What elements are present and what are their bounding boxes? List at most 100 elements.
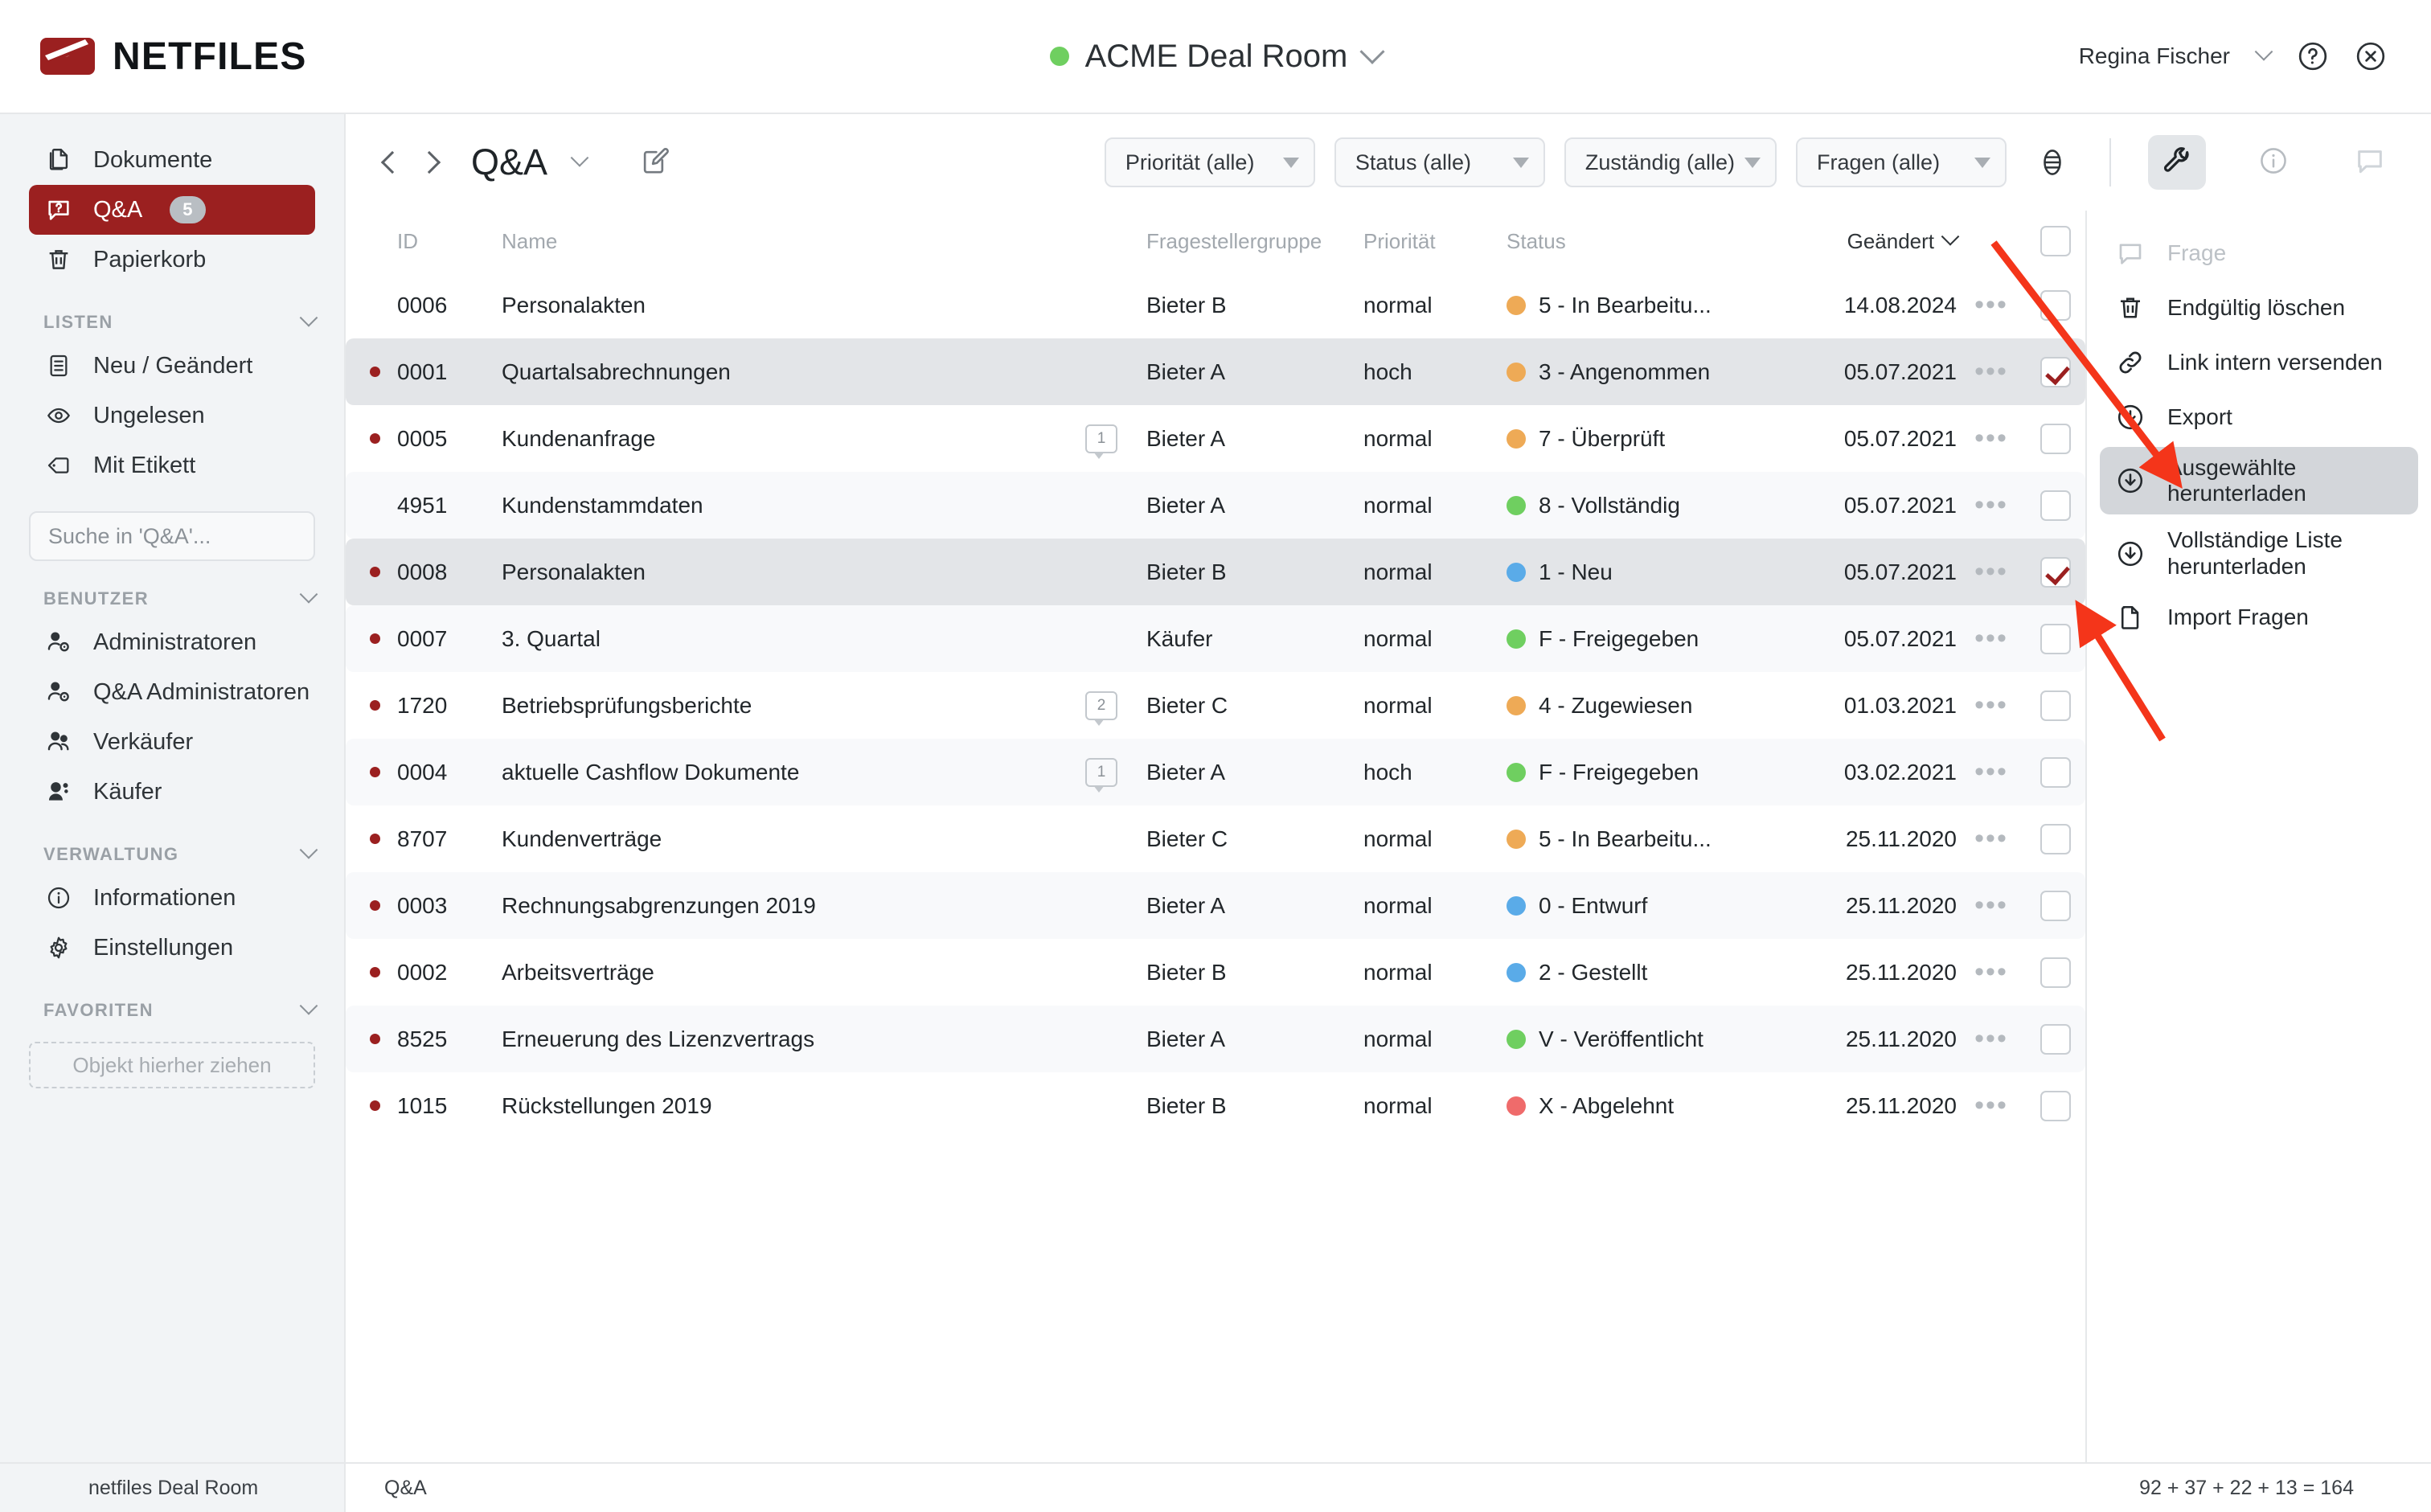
sidebar-item-kaeufer[interactable]: Käufer	[29, 767, 315, 817]
row-checkbox[interactable]	[2026, 1024, 2085, 1055]
row-checkbox[interactable]	[2026, 757, 2085, 788]
row-more-button[interactable]: •••	[1957, 890, 2026, 921]
sidebar-item-dokumente[interactable]: Dokumente	[29, 135, 315, 185]
select-all-checkbox[interactable]	[2026, 226, 2085, 256]
column-header-id[interactable]: ID	[397, 229, 502, 254]
sidebar-item-label: Ungelesen	[93, 403, 205, 429]
row-checkbox[interactable]	[2026, 824, 2085, 854]
column-header-name[interactable]: Name	[502, 229, 1085, 254]
help-circle-icon[interactable]	[2298, 41, 2328, 72]
chevron-down-icon[interactable]	[300, 309, 318, 327]
status-dot-icon	[1507, 1096, 1526, 1116]
table-row[interactable]: 0008PersonalaktenBieter Bnormal1 - Neu05…	[346, 539, 2085, 605]
context-menu-item[interactable]: Vollständige Liste herunterladen	[2100, 519, 2418, 587]
context-menu-item[interactable]: Ausgewählte herunterladen	[2100, 447, 2418, 514]
row-more-button[interactable]: •••	[1957, 1090, 2026, 1121]
row-status: 5 - In Bearbeitu...	[1507, 293, 1796, 318]
table-row[interactable]: 0003Rechnungsabgrenzungen 2019Bieter Ano…	[346, 872, 2085, 939]
row-date: 05.07.2021	[1796, 559, 1957, 585]
row-more-button[interactable]: •••	[1957, 556, 2026, 588]
sidebar-section-verwaltung[interactable]: VERWALTUNG	[43, 844, 315, 865]
chevron-down-icon[interactable]	[571, 149, 589, 167]
sidebar-item-administratoren[interactable]: Administratoren	[29, 617, 315, 667]
deal-room-switcher[interactable]: ACME Deal Room	[0, 39, 2431, 75]
column-header-geaendert[interactable]: Geändert	[1796, 229, 1957, 254]
comment-badge-icon: 1	[1085, 758, 1117, 787]
row-more-button[interactable]: •••	[1957, 289, 2026, 321]
row-checkbox[interactable]	[2026, 891, 2085, 921]
sidebar-item-neu-geaendert[interactable]: Neu / Geändert	[29, 341, 315, 391]
sidebar-section-listen[interactable]: LISTEN	[43, 312, 315, 333]
row-checkbox[interactable]	[2026, 557, 2085, 588]
sidebar-section-benutzer[interactable]: BENUTZER	[43, 588, 315, 609]
status-dot-icon	[1507, 496, 1526, 515]
table-row[interactable]: 1015Rückstellungen 2019Bieter BnormalX -…	[346, 1072, 2085, 1139]
status-filter[interactable]: Status (alle)	[1334, 137, 1545, 187]
row-more-button[interactable]: •••	[1957, 823, 2026, 854]
chevron-down-icon[interactable]	[300, 997, 318, 1015]
priority-filter[interactable]: Priorität (alle)	[1105, 137, 1315, 187]
table-row[interactable]: 0002ArbeitsverträgeBieter Bnormal2 - Ges…	[346, 939, 2085, 1006]
sidebar-item-einstellungen[interactable]: Einstellungen	[29, 923, 315, 973]
row-more-button[interactable]: •••	[1957, 356, 2026, 387]
table-row[interactable]: 0004aktuelle Cashflow Dokumente1Bieter A…	[346, 739, 2085, 805]
tools-tab[interactable]	[2148, 135, 2206, 190]
row-more-button[interactable]: •••	[1957, 957, 2026, 988]
search-input[interactable]: Suche in 'Q&A'...	[29, 511, 315, 561]
row-checkbox[interactable]	[2026, 290, 2085, 321]
row-more-button[interactable]: •••	[1957, 623, 2026, 654]
user-menu-label[interactable]: Regina Fischer	[2079, 43, 2230, 69]
chevron-down-icon[interactable]	[300, 841, 318, 859]
sidebar-item-qa[interactable]: Q&A 5	[29, 185, 315, 235]
sidebar-item-informationen[interactable]: Informationen	[29, 873, 315, 923]
sidebar-item-verkaeufer[interactable]: Verkäufer	[29, 717, 315, 767]
favorites-dropzone[interactable]: Objekt hierher ziehen	[29, 1042, 315, 1088]
row-checkbox[interactable]	[2026, 957, 2085, 988]
chevron-left-icon[interactable]	[381, 151, 404, 174]
questions-filter[interactable]: Fragen (alle)	[1796, 137, 2007, 187]
table-row[interactable]: 8525Erneuerung des LizenzvertragsBieter …	[346, 1006, 2085, 1072]
row-more-button[interactable]: •••	[1957, 690, 2026, 721]
row-more-button[interactable]: •••	[1957, 423, 2026, 454]
row-more-button[interactable]: •••	[1957, 1023, 2026, 1055]
table-row[interactable]: 8707KundenverträgeBieter Cnormal5 - In B…	[346, 805, 2085, 872]
table-row[interactable]: 0005Kundenanfrage1Bieter Anormal7 - Über…	[346, 405, 2085, 472]
row-checkbox[interactable]	[2026, 1091, 2085, 1121]
table-row[interactable]: 0006PersonalaktenBieter Bnormal5 - In Be…	[346, 272, 2085, 338]
row-name: 3. Quartal	[502, 626, 1085, 652]
row-checkbox[interactable]	[2026, 490, 2085, 521]
table-row[interactable]: 0001QuartalsabrechnungenBieter Ahoch3 - …	[346, 338, 2085, 405]
brand-logo[interactable]: NETFILES	[0, 33, 338, 80]
sidebar-item-qa-administratoren[interactable]: Q&A Administratoren	[29, 667, 315, 717]
column-header-prioritaet[interactable]: Priorität	[1363, 229, 1507, 254]
info-tab[interactable]	[2244, 135, 2302, 190]
sidebar-item-papierkorb[interactable]: Papierkorb	[29, 235, 315, 285]
column-header-status[interactable]: Status	[1507, 229, 1796, 254]
status-bar-count: 92 + 37 + 22 + 13 = 164	[2139, 1477, 2431, 1500]
chevron-down-icon[interactable]	[300, 585, 318, 604]
column-header-fragestellergruppe[interactable]: Fragestellergruppe	[1146, 229, 1363, 254]
row-checkbox[interactable]	[2026, 624, 2085, 654]
table-row[interactable]: 00073. QuartalKäufernormalF - Freigegebe…	[346, 605, 2085, 672]
close-circle-icon[interactable]	[2355, 41, 2386, 72]
row-checkbox[interactable]	[2026, 424, 2085, 454]
sidebar-section-favoriten[interactable]: FAVORITEN	[43, 1000, 315, 1021]
context-menu-item[interactable]: Link intern versenden	[2100, 338, 2418, 387]
context-menu-item[interactable]: Import Fragen	[2100, 592, 2418, 642]
assignee-filter[interactable]: Zuständig (alle)	[1564, 137, 1777, 187]
comments-tab[interactable]	[2341, 135, 2399, 190]
row-more-button[interactable]: •••	[1957, 756, 2026, 788]
row-checkbox[interactable]	[2026, 690, 2085, 721]
row-checkbox[interactable]	[2026, 357, 2085, 387]
chevron-down-icon[interactable]	[2255, 43, 2273, 61]
table-row[interactable]: 4951KundenstammdatenBieter Anormal8 - Vo…	[346, 472, 2085, 539]
table-row[interactable]: 1720Betriebsprüfungsberichte2Bieter Cnor…	[346, 672, 2085, 739]
chevron-right-icon[interactable]	[418, 151, 441, 174]
view-options-icon[interactable]	[2037, 147, 2068, 178]
context-menu-item[interactable]: Endgültig löschen	[2100, 283, 2418, 333]
context-menu-item[interactable]: Export	[2100, 392, 2418, 442]
sidebar-item-mit-etikett[interactable]: Mit Etikett	[29, 440, 315, 490]
sidebar-item-ungelesen[interactable]: Ungelesen	[29, 391, 315, 440]
edit-note-icon[interactable]	[637, 145, 670, 181]
row-more-button[interactable]: •••	[1957, 490, 2026, 521]
